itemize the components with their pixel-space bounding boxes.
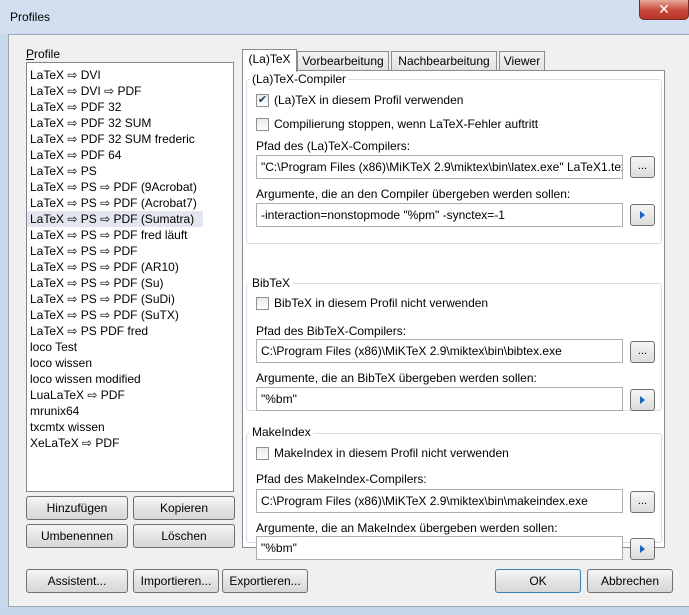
makeindex-args-label: Argumente, die an MakeIndex übergeben we… (256, 521, 558, 535)
profile-list-item[interactable]: LaTeX ⇨ PDF 64 (27, 147, 233, 163)
dialog-client-area: Profile LaTeX ⇨ DVI LaTeX ⇨ DVI ⇨ PDF LaTe… (8, 34, 689, 607)
play-arrow-icon (640, 545, 645, 553)
profile-list-item[interactable]: LaTeX ⇨ PS ⇨ PDF (27, 243, 233, 259)
profile-list-item[interactable]: LuaLaTeX ⇨ PDF (27, 387, 233, 403)
profile-list-item[interactable]: LaTeX ⇨ PS ⇨ PDF (AR10) (27, 259, 233, 275)
profiles-label: Profile (26, 47, 60, 61)
bibtex-disable-checkbox[interactable] (256, 296, 269, 310)
window-border-left (0, 34, 8, 607)
profile-list-item[interactable]: loco wissen modified (27, 371, 233, 387)
profile-list-item[interactable]: LaTeX ⇨ DVI ⇨ PDF (27, 83, 233, 99)
profile-list-item[interactable]: LaTeX ⇨ PS ⇨ PDF (SuDi) (27, 291, 233, 307)
bibtex-path-label: Pfad des BibTeX-Compilers: (256, 324, 407, 338)
makeindex-args-input[interactable]: "%bm" (256, 536, 623, 560)
makeindex-path-label: Pfad des MakeIndex-Compilers: (256, 472, 427, 486)
latex-stop-checkbox[interactable] (256, 117, 269, 131)
add-profile-button[interactable]: Hinzufügen (26, 496, 128, 520)
ok-button[interactable]: OK (495, 569, 581, 593)
latex-tab-panel: (La)TeX-Compiler ✔ (La)TeX in diesem Pro… (242, 70, 665, 560)
play-arrow-icon (640, 211, 645, 219)
profile-list-item[interactable]: LaTeX ⇨ PS PDF fred (27, 323, 233, 339)
close-button[interactable]: ✕ (639, 0, 689, 20)
bibtex-path-input[interactable]: C:\Program Files (x86)\MiKTeX 2.9\miktex… (256, 339, 623, 363)
latex-args-input[interactable]: -interaction=nonstopmode "%pm" -synctex=… (256, 203, 623, 227)
bibtex-args-label: Argumente, die an BibTeX übergeben werde… (256, 371, 537, 385)
latex-args-insert-button[interactable] (630, 204, 655, 226)
profiles-listbox[interactable]: LaTeX ⇨ DVI LaTeX ⇨ DVI ⇨ PDF LaTeX ⇨ PDF … (26, 62, 234, 492)
tab-preprocessing[interactable]: Vorbearbeitung (297, 51, 389, 71)
tab-viewer[interactable]: Viewer (499, 51, 545, 71)
import-button[interactable]: Importieren... (133, 569, 219, 593)
tab-latex[interactable]: (La)TeX (242, 49, 297, 72)
profiles-label-mnemonic: P (26, 47, 35, 61)
latex-stop-row[interactable]: Compilierung stoppen, wenn LaTeX-Fehler … (256, 117, 538, 131)
latex-use-label: (La)TeX in diesem Profil verwenden (274, 93, 464, 107)
makeindex-disable-label: MakeIndex in diesem Profil nicht verwend… (274, 446, 509, 460)
profile-list-item[interactable]: LaTeX ⇨ PDF 32 SUM (27, 115, 233, 131)
profile-list-item[interactable]: loco Test (27, 339, 233, 355)
makeindex-disable-row[interactable]: MakeIndex in diesem Profil nicht verwend… (256, 446, 509, 460)
rename-profile-button[interactable]: Umbenennen (26, 524, 128, 548)
profile-list-item[interactable]: LaTeX ⇨ PS ⇨ PDF (SuTX) (27, 307, 233, 323)
bibtex-group-title: BibTeX (250, 276, 293, 290)
bibtex-disable-label: BibTeX in diesem Profil nicht verwenden (274, 296, 489, 310)
makeindex-group-title: MakeIndex (250, 425, 313, 439)
profile-list-item[interactable]: loco wissen (27, 355, 233, 371)
profiles-label-rest: rofile (34, 47, 61, 61)
tab-postprocessing[interactable]: Nachbearbeitung (391, 51, 497, 71)
title-bar: Profiles (0, 0, 689, 34)
cancel-button[interactable]: Abbrechen (587, 569, 673, 593)
profile-list-item[interactable]: LaTeX ⇨ PS ⇨ PDF (Su) (27, 275, 233, 291)
profile-list-item[interactable]: LaTeX ⇨ PS ⇨ PDF (Sumatra) (27, 211, 203, 227)
bibtex-path-browse-button[interactable]: ... (630, 341, 655, 363)
bibtex-disable-row[interactable]: BibTeX in diesem Profil nicht verwenden (256, 296, 488, 310)
profile-list-item[interactable]: LaTeX ⇨ PS ⇨ PDF (9Acrobat) (27, 179, 233, 195)
latex-stop-label: Compilierung stoppen, wenn LaTeX-Fehler … (274, 117, 539, 131)
profile-list-item[interactable]: LaTeX ⇨ PDF 32 (27, 99, 233, 115)
bibtex-args-input[interactable]: "%bm" (256, 387, 623, 411)
profile-list-item[interactable]: XeLaTeX ⇨ PDF (27, 435, 233, 451)
play-arrow-icon (640, 396, 645, 404)
makeindex-path-input[interactable]: C:\Program Files (x86)\MiKTeX 2.9\miktex… (256, 489, 623, 513)
export-button[interactable]: Exportieren... (222, 569, 308, 593)
bibtex-args-insert-button[interactable] (630, 389, 655, 411)
profile-list-item[interactable]: LaTeX ⇨ DVI (27, 67, 233, 83)
profile-list-item[interactable]: LaTeX ⇨ PS ⇨ PDF (Acrobat7) (27, 195, 233, 211)
makeindex-path-browse-button[interactable]: ... (630, 491, 655, 513)
latex-use-row[interactable]: ✔ (La)TeX in diesem Profil verwenden (256, 93, 463, 107)
profile-list-item[interactable]: LaTeX ⇨ PDF 32 SUM frederic (27, 131, 233, 147)
window-border-bottom (0, 607, 689, 615)
makeindex-disable-checkbox[interactable] (256, 446, 269, 460)
window-title: Profiles (10, 10, 51, 24)
latex-args-label: Argumente, die an den Compiler übergeben… (256, 187, 571, 201)
latex-compiler-group-title: (La)TeX-Compiler (250, 72, 349, 86)
copy-profile-button[interactable]: Kopieren (133, 496, 235, 520)
delete-profile-button[interactable]: Löschen (133, 524, 235, 548)
profile-list-item[interactable]: LaTeX ⇨ PS ⇨ PDF fred läuft (27, 227, 233, 243)
makeindex-args-insert-button[interactable] (630, 538, 655, 560)
profile-list-item[interactable]: txcmtx wissen (27, 419, 233, 435)
profile-list-item[interactable]: LaTeX ⇨ PS (27, 163, 233, 179)
profile-list-item[interactable]: mrunix64 (27, 403, 233, 419)
latex-path-label: Pfad des (La)TeX-Compilers: (256, 139, 411, 153)
latex-use-checkbox[interactable]: ✔ (256, 93, 269, 107)
latex-path-browse-button[interactable]: ... (630, 156, 655, 178)
latex-path-input[interactable]: "C:\Program Files (x86)\MiKTeX 2.9\mikte… (256, 155, 623, 179)
wizard-button[interactable]: Assistent... (26, 569, 128, 593)
